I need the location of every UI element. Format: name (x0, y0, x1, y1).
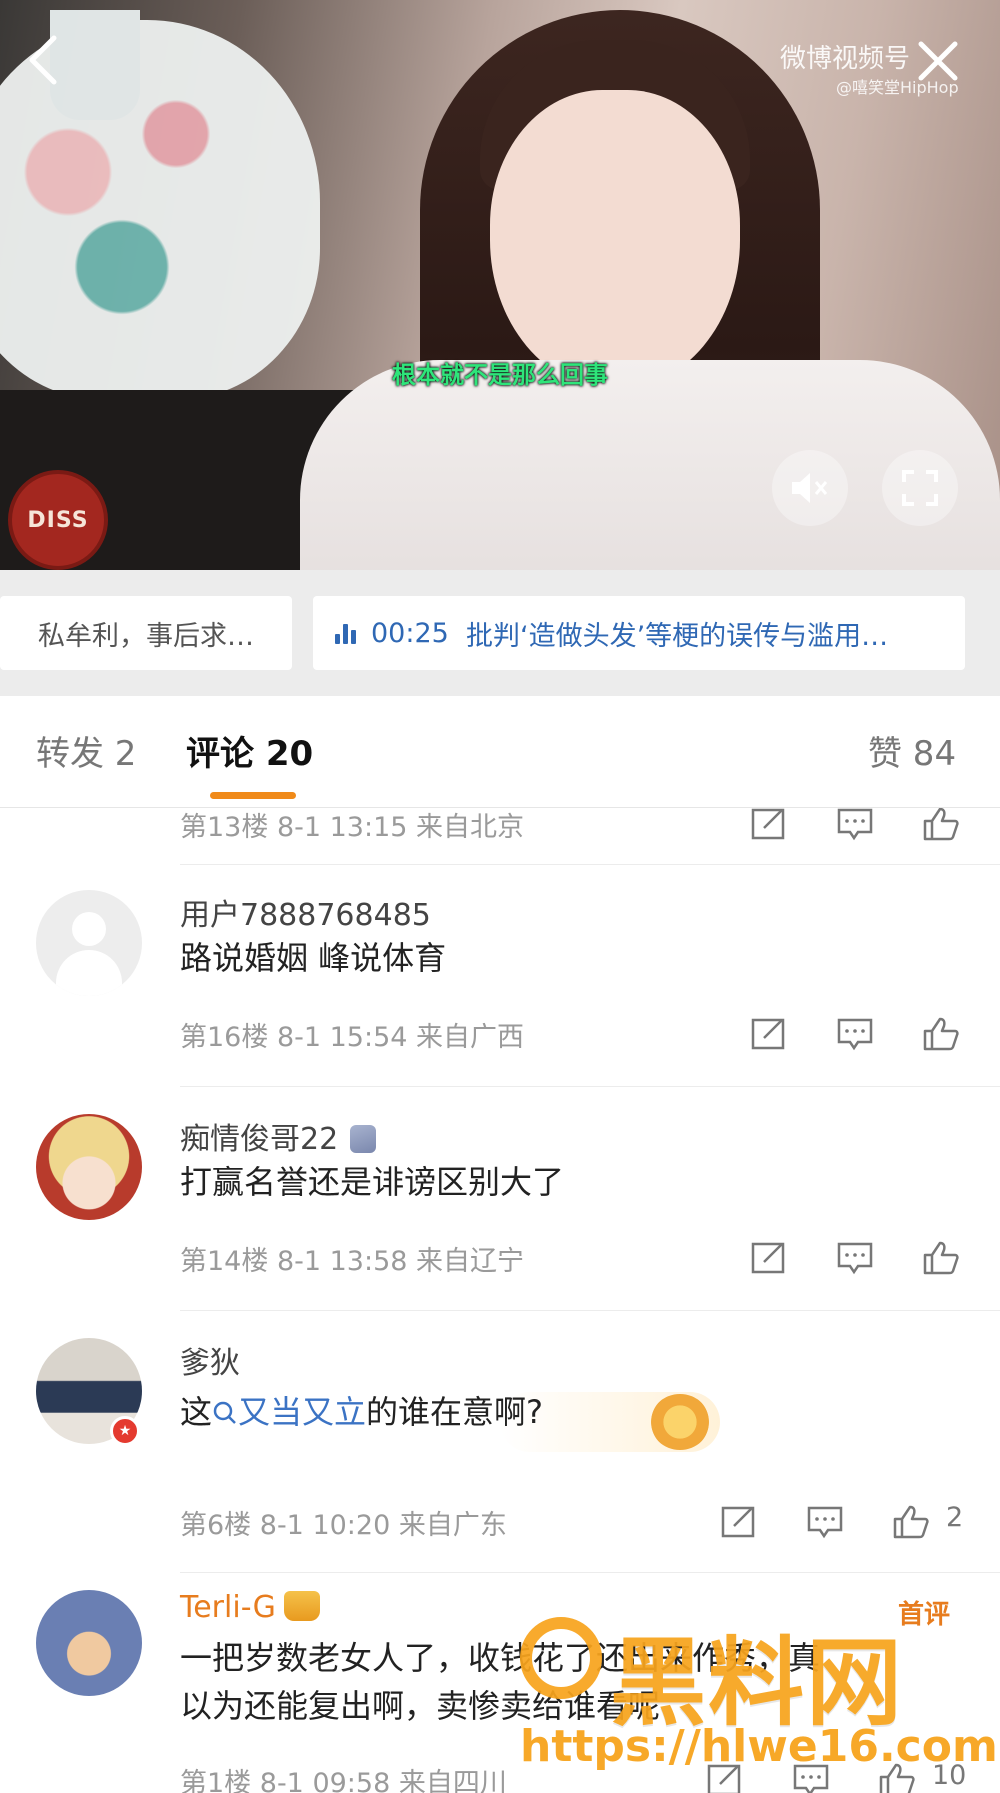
weibo-video-watermark: 微博视频号 (780, 44, 911, 74)
video-player[interactable]: DISS 根本就不是那么回事 微博视频号 @嘻笑堂HipHop (0, 0, 1000, 570)
tab-repost[interactable]: 转发 2 (36, 726, 136, 775)
comment-username[interactable]: 爹狄 (180, 1338, 240, 1382)
watermark-logo-icon (520, 1617, 602, 1699)
repost-button[interactable] (750, 1240, 788, 1276)
active-tab-indicator (210, 792, 296, 799)
chapter-time: 00:25 (371, 617, 449, 649)
reply-button[interactable] (806, 1504, 844, 1540)
gold-medal-icon (650, 1394, 710, 1450)
chapter-card-active[interactable]: 00:25 批判‘造做头发’等梗的误传与滥用… (313, 596, 965, 670)
verified-badge-icon: ★ (110, 1416, 140, 1446)
comment-meta-text: 第16楼 8-1 15:54 来自广西 (180, 1021, 525, 1053)
avatar[interactable] (36, 1114, 142, 1220)
topic-link[interactable]: 又当又立 (212, 1393, 366, 1431)
tab-comments[interactable]: 评论 20 (186, 726, 313, 775)
comment-text-part: 这 (180, 1393, 213, 1431)
thumbs-up-icon (893, 1505, 929, 1539)
watermark-url: https://hlwe16.com (520, 1721, 998, 1772)
chapter-strip: 私牟利，事后求… 00:25 批判‘造做头发’等梗的误传与滥用… (0, 570, 1000, 696)
like-button[interactable] (892, 1504, 930, 1540)
comment-divider (180, 1310, 1000, 1311)
username-text: Terli-G (180, 1590, 276, 1625)
person-face (490, 90, 740, 390)
like-button[interactable] (922, 1016, 960, 1052)
comment-meta-text: 第14楼 8-1 13:58 来自辽宁 (180, 1245, 525, 1277)
thumbs-up-icon (923, 1241, 959, 1275)
comment-username[interactable]: Terli-G (180, 1590, 320, 1625)
back-button[interactable] (24, 30, 84, 100)
comment-username[interactable]: 痴情俊哥22 (180, 1114, 377, 1158)
comment-icon (837, 1018, 873, 1051)
repost-button[interactable] (750, 808, 788, 842)
share-icon (721, 1506, 755, 1538)
repost-button[interactable] (750, 1016, 788, 1052)
reply-button[interactable] (836, 808, 874, 842)
reply-button[interactable] (836, 1016, 874, 1052)
tab-likes[interactable]: 赞 84 (868, 726, 956, 775)
comment-icon (837, 808, 873, 841)
reply-button[interactable] (836, 1240, 874, 1276)
share-icon (751, 808, 785, 840)
mute-button[interactable] (772, 450, 848, 526)
comment-username[interactable]: 用户7888768485 (180, 890, 431, 934)
diss-badge: DISS (8, 470, 108, 570)
search-icon (213, 1401, 236, 1424)
tab-bar: 转发 2 评论 20 赞 84 (0, 696, 1000, 808)
comment-meta: 第16楼 8-1 15:54 来自广西 (180, 1012, 1000, 1056)
member-level-icon (350, 1125, 377, 1153)
thumbs-up-icon (923, 1017, 959, 1051)
vip-crown-icon (283, 1591, 320, 1621)
avatar[interactable] (36, 890, 142, 996)
avatar[interactable] (36, 1590, 142, 1696)
chapter-title: 私牟利，事后求… (38, 620, 254, 652)
comment-icon (837, 1242, 873, 1275)
comment-text-part: 的谁在意啊? (366, 1393, 544, 1431)
share-icon (751, 1242, 785, 1274)
thumbs-up-icon (923, 808, 959, 841)
comment-meta: 第14楼 8-1 13:58 来自辽宁 (180, 1236, 1000, 1280)
video-subtitle: 根本就不是那么回事 (392, 361, 608, 389)
comment-icon (807, 1506, 843, 1539)
comment-meta-text: 第13楼 8-1 13:15 来自北京 (180, 811, 525, 843)
comment-divider (180, 1572, 1000, 1573)
site-watermark: 黑料网 https://hlwe16.com (520, 1605, 998, 1772)
share-icon (751, 1018, 785, 1050)
topic-text: 又当又立 (238, 1393, 367, 1431)
like-count: 2 (946, 1502, 964, 1533)
comment-text: 打赢名誉还是诽谤区别大了 (180, 1163, 565, 1201)
chevron-left-icon (29, 35, 57, 85)
comment-divider (180, 1086, 1000, 1087)
speaker-muted-icon (792, 473, 828, 503)
comment-text: 这又当又立的谁在意啊? (180, 1388, 543, 1436)
fullscreen-icon (902, 470, 938, 506)
close-button[interactable] (908, 36, 968, 96)
comment-meta-text: 第1楼 8-1 09:58 来自四川 (180, 1767, 507, 1793)
fullscreen-button[interactable] (882, 450, 958, 526)
chapter-title: 批判‘造做头发’等梗的误传与滥用… (465, 620, 889, 652)
close-icon (918, 41, 958, 81)
comment-meta-text: 第6楼 8-1 10:20 来自广东 (180, 1509, 507, 1541)
repost-button[interactable] (720, 1504, 758, 1540)
chapter-card[interactable]: 私牟利，事后求… (0, 596, 292, 670)
audio-bars-icon (335, 622, 359, 644)
username-text: 痴情俊哥22 (180, 1122, 339, 1157)
like-button[interactable] (922, 808, 960, 842)
like-button[interactable] (922, 1240, 960, 1276)
comment-text: 路说婚姻 峰说体育 (180, 939, 447, 977)
comment-meta: 第6楼 8-1 10:20 来自广东 2 (180, 1500, 1000, 1544)
comment-divider (180, 864, 1000, 865)
comment-meta: 第13楼 8-1 13:15 来自北京 (180, 808, 1000, 846)
